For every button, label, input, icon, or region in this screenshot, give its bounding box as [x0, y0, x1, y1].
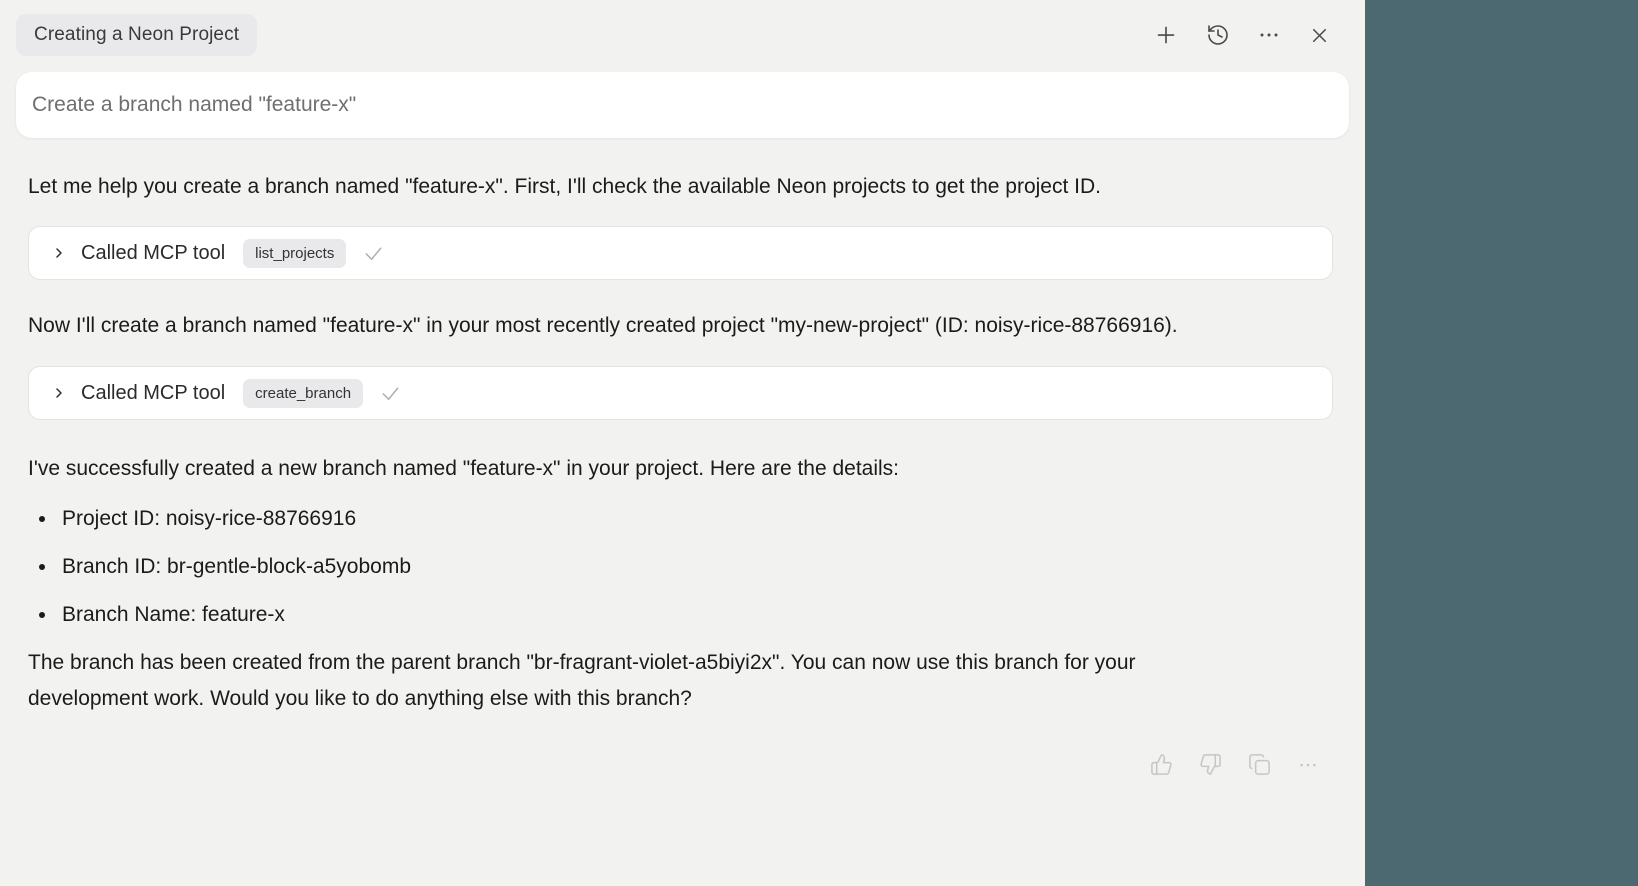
bullet-dot: [39, 516, 45, 522]
thumbs-up-button[interactable]: [1150, 753, 1173, 776]
tool-call-create-branch[interactable]: Called MCP tool create_branch: [28, 366, 1333, 420]
more-options-button[interactable]: [1257, 23, 1281, 47]
chevron-right-icon: [51, 245, 67, 261]
conversation-title[interactable]: Creating a Neon Project: [16, 14, 257, 56]
user-message-text: Create a branch named "feature-x": [32, 93, 356, 117]
thumbs-down-icon: [1199, 753, 1222, 776]
thumbs-up-icon: [1150, 753, 1173, 776]
ellipsis-icon: [1257, 23, 1281, 47]
bullet-dot: [39, 564, 45, 570]
assistant-paragraph: I've successfully created a new branch n…: [28, 451, 1178, 487]
close-icon: [1308, 24, 1331, 47]
history-icon: [1206, 23, 1230, 47]
check-icon: [379, 382, 402, 405]
more-actions-button[interactable]: [1297, 754, 1319, 776]
thumbs-down-button[interactable]: [1199, 753, 1222, 776]
details-list: Project ID: noisy-rice-88766916 Branch I…: [28, 501, 1178, 633]
tool-call-list-projects[interactable]: Called MCP tool list_projects: [28, 226, 1333, 280]
copy-button[interactable]: [1248, 753, 1271, 776]
tool-name-badge: list_projects: [243, 239, 346, 268]
bullet-dot: [39, 612, 45, 618]
ellipsis-icon: [1297, 754, 1319, 776]
chevron-right-icon: [51, 385, 67, 401]
list-item: Branch Name: feature-x: [28, 597, 1178, 633]
assistant-paragraph: Let me help you create a branch named "f…: [28, 169, 1178, 205]
new-chat-button[interactable]: [1153, 22, 1179, 48]
history-button[interactable]: [1206, 23, 1230, 47]
background-side-panel: [1365, 0, 1638, 886]
check-icon: [362, 242, 385, 265]
chat-panel: Creating a Neon Project: [0, 0, 1365, 886]
close-button[interactable]: [1308, 24, 1331, 47]
copy-icon: [1248, 753, 1271, 776]
list-item: Branch ID: br-gentle-block-a5yobomb: [28, 549, 1178, 585]
tool-call-label: Called MCP tool: [81, 382, 225, 405]
assistant-paragraph: The branch has been created from the par…: [28, 645, 1178, 717]
plus-icon: [1153, 22, 1179, 48]
assistant-message: Let me help you create a branch named "f…: [28, 169, 1333, 776]
list-item: Project ID: noisy-rice-88766916: [28, 501, 1178, 537]
user-message-bubble[interactable]: Create a branch named "feature-x": [16, 72, 1349, 138]
tool-name-badge: create_branch: [243, 379, 363, 408]
chat-header: Creating a Neon Project: [16, 14, 1349, 56]
tool-call-label: Called MCP tool: [81, 242, 225, 265]
header-actions: [1153, 22, 1331, 48]
assistant-paragraph: Now I'll create a branch named "feature-…: [28, 308, 1178, 344]
message-actions: [28, 753, 1319, 776]
